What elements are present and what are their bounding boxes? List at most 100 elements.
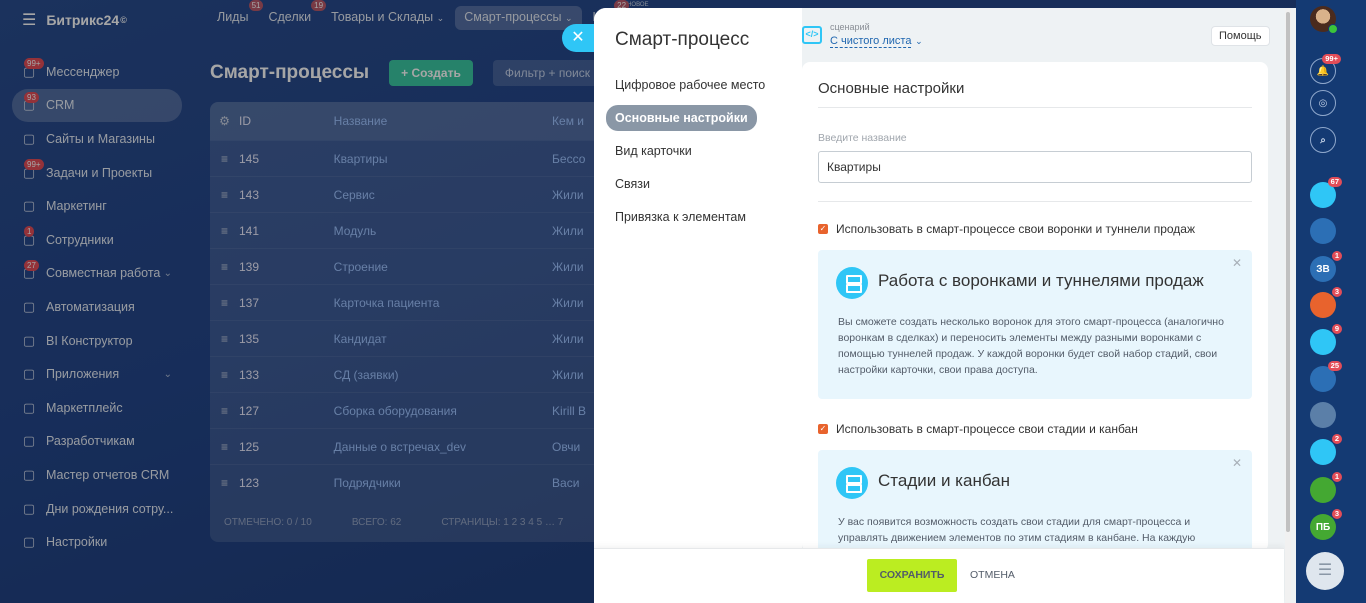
funnels-info-title: Работа с воронками и туннелями продаж: [878, 271, 1204, 290]
sidebar-item-1[interactable]: ▢ CRM 93: [12, 88, 182, 123]
row-name-link[interactable]: Строение: [334, 260, 552, 274]
chat-bubble-icon[interactable]: 9: [1310, 324, 1342, 355]
sidebar-item-8[interactable]: ▢ BI Конструктор: [12, 324, 182, 358]
scenario-value[interactable]: С чистого листа: [830, 35, 912, 48]
top-tab-2[interactable]: Товары и Склады ⌄: [322, 6, 453, 30]
drag-handle-icon[interactable]: ≡: [210, 404, 239, 418]
grid-settings-icon[interactable]: ⚙: [210, 114, 239, 128]
table-row[interactable]: ≡ 137 Карточка пациента Жили: [210, 284, 610, 320]
rail-menu-button[interactable]: ☰: [1306, 552, 1344, 590]
row-name-link[interactable]: Данные о встречах_dev: [334, 440, 552, 454]
close-icon[interactable]: ✕: [1232, 456, 1242, 470]
drag-handle-icon[interactable]: ≡: [210, 368, 239, 382]
chevron-down-icon[interactable]: ⌄: [164, 268, 172, 279]
sidebar-item-0[interactable]: ▢ Мессенджер 99+: [12, 55, 182, 89]
column-header-name[interactable]: Название: [334, 114, 552, 128]
row-name-link[interactable]: Кандидат: [334, 332, 552, 346]
name-input[interactable]: Квартиры: [818, 151, 1252, 183]
drag-handle-icon[interactable]: ≡: [210, 152, 239, 166]
drag-handle-icon[interactable]: ≡: [210, 332, 239, 346]
counter-badge: 99+: [24, 158, 44, 170]
scenario-selector[interactable]: </> сценарий С чистого листа ⌄: [802, 22, 923, 48]
bookmark-icon[interactable]: [1310, 218, 1336, 244]
sidebar-item-6[interactable]: ▢ Совместная работа 27 ⌄: [12, 257, 182, 291]
sidebar-item-10[interactable]: ▢ Маркетплейс: [12, 391, 182, 425]
row-name-link[interactable]: Подрядчики: [334, 476, 552, 490]
slider-nav-item-1[interactable]: Основные настройки: [606, 105, 757, 131]
row-name-link[interactable]: Карточка пациента: [334, 296, 552, 310]
row-name-link[interactable]: Сборка оборудования: [334, 404, 552, 418]
row-name-link[interactable]: Квартиры: [334, 152, 552, 166]
sidebar-item-9[interactable]: ▢ Приложения ⌄: [12, 357, 182, 391]
row-name-link[interactable]: Сервис: [334, 188, 552, 202]
stages-checkbox[interactable]: ✓: [818, 424, 828, 434]
sidebar-item-13[interactable]: ▢ Дни рождения сотру...: [12, 492, 182, 526]
table-row[interactable]: ≡ 139 Строение Жили: [210, 248, 610, 284]
close-icon[interactable]: ✕: [1232, 256, 1242, 270]
drag-handle-icon[interactable]: ≡: [210, 260, 239, 274]
broom-icon-2[interactable]: 2: [1310, 434, 1342, 465]
contact-card-icon[interactable]: 3: [1310, 287, 1342, 318]
search-icon[interactable]: ⌕: [1310, 127, 1336, 153]
gear-icon: ▢: [22, 534, 36, 550]
column-header-id[interactable]: ID: [239, 114, 334, 128]
user-avatar[interactable]: [1310, 6, 1338, 34]
row-name-link[interactable]: Модуль: [334, 224, 552, 238]
table-row[interactable]: ≡ 127 Сборка оборудования Kirill B: [210, 392, 610, 428]
top-tab-1[interactable]: Сделки 19: [259, 0, 327, 30]
slider-nav-item-0[interactable]: Цифровое рабочее место: [606, 72, 774, 98]
sidebar-item-4[interactable]: ▢ Маркетинг: [12, 189, 182, 223]
target-icon[interactable]: ◎: [1310, 90, 1336, 116]
drag-handle-icon[interactable]: ≡: [210, 188, 239, 202]
sidebar-item-label: Приложения: [46, 367, 120, 382]
user-initials-icon[interactable]: ЗВ 1: [1310, 251, 1342, 282]
sidebar-item-3[interactable]: ▢ Задачи и Проекты 99+: [12, 156, 182, 190]
table-row[interactable]: ≡ 143 Сервис Жили: [210, 176, 610, 212]
sidebar-item-14[interactable]: ▢ Настройки: [12, 525, 182, 559]
table-row[interactable]: ≡ 135 Кандидат Жили: [210, 320, 610, 356]
broom-icon[interactable]: 67: [1310, 177, 1342, 208]
table-row[interactable]: ≡ 125 Данные о встречах_dev Овчи: [210, 428, 610, 464]
logo[interactable]: ☰ Битрикс24 ©: [22, 10, 127, 30]
cancel-button[interactable]: ОТМЕНА: [970, 559, 1015, 592]
user-clock-icon[interactable]: [1310, 402, 1336, 428]
table-row[interactable]: ≡ 141 Модуль Жили: [210, 212, 610, 248]
sidebar-item-11[interactable]: ▢ Разработчикам: [12, 425, 182, 459]
scroll-thumb[interactable]: [1286, 12, 1290, 532]
table-row[interactable]: ≡ 133 СД (заявки) Жили: [210, 356, 610, 392]
sidebar-item-12[interactable]: ▢ Мастер отчетов CRM: [12, 458, 182, 492]
drag-handle-icon[interactable]: ≡: [210, 224, 239, 238]
row-name-link[interactable]: СД (заявки): [334, 368, 552, 382]
close-slider-button[interactable]: ✕: [562, 24, 594, 52]
drag-handle-icon[interactable]: ≡: [210, 476, 239, 490]
flow-icon[interactable]: 25: [1310, 361, 1342, 392]
funnels-checkbox[interactable]: ✓: [818, 224, 828, 234]
funnels-checkbox-row[interactable]: ✓ Использовать в смарт-процессе свои вор…: [818, 222, 1195, 236]
drag-handle-icon[interactable]: ≡: [210, 440, 239, 454]
counter-badge: 99+: [24, 58, 44, 69]
chevron-down-icon[interactable]: ⌄: [164, 369, 172, 380]
sidebar-item-2[interactable]: ▢ Сайты и Магазины: [12, 122, 182, 156]
create-button[interactable]: + Создать: [389, 60, 473, 86]
sidebar-item-7[interactable]: ▢ Автоматизация: [12, 290, 182, 324]
table-row[interactable]: ≡ 123 Подрядчики Васи: [210, 464, 610, 500]
pagination[interactable]: СТРАНИЦЫ: 1 2 3 4 5 … 7: [441, 517, 563, 528]
scrollbar[interactable]: [1285, 8, 1291, 603]
slider-nav-item-2[interactable]: Вид карточки: [606, 138, 701, 164]
user-initials-icon-2[interactable]: ПБ 3: [1310, 509, 1342, 540]
slider-nav-item-3[interactable]: Связи: [606, 171, 659, 197]
slider-footer: СОХРАНИТЬ ОТМЕНА: [594, 548, 1284, 603]
drag-handle-icon[interactable]: ≡: [210, 296, 239, 310]
menu-burger-icon[interactable]: ☰: [22, 10, 36, 30]
top-tab-3[interactable]: Смарт-процессы ⌄: [455, 6, 582, 30]
save-button[interactable]: СОХРАНИТЬ: [867, 559, 957, 592]
top-tab-0[interactable]: Лиды 51: [208, 0, 264, 30]
table-row[interactable]: ≡ 145 Квартиры Бессо: [210, 140, 610, 176]
lock-icon[interactable]: 1: [1310, 472, 1342, 503]
funnels-info-box: Работа с воронками и туннелями продаж Вы…: [818, 250, 1252, 399]
sidebar-item-5[interactable]: ▢ Сотрудники 1: [12, 223, 182, 257]
slider-nav-item-4[interactable]: Привязка к элементам: [606, 204, 755, 230]
help-button[interactable]: Помощь: [1211, 26, 1270, 46]
stages-checkbox-row[interactable]: ✓ Использовать в смарт-процессе свои ста…: [818, 422, 1138, 436]
bell-icon[interactable]: 🔔 99+: [1310, 54, 1341, 84]
